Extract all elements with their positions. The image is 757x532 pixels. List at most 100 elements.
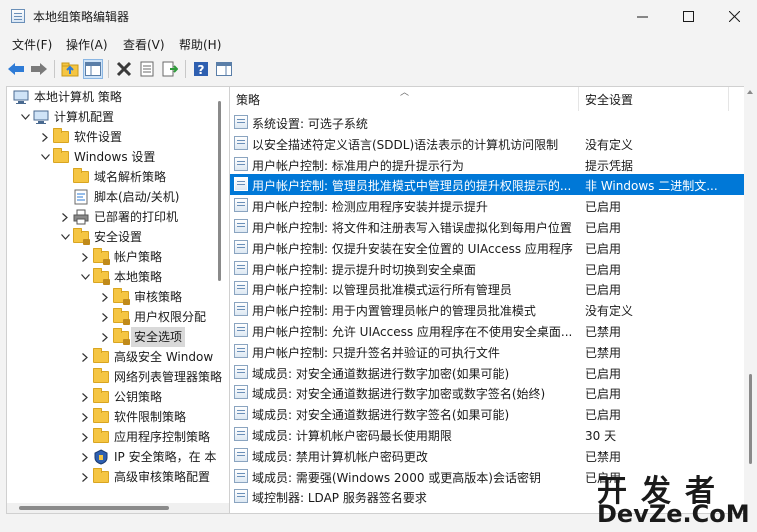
- policy-row[interactable]: 以安全描述符定义语言(SDDL)语法表示的计算机访问限制 没有定义: [230, 133, 744, 154]
- tree-node[interactable]: 应用程序控制策略: [7, 427, 215, 447]
- chevron-down-icon[interactable]: [79, 267, 91, 287]
- policy-row[interactable]: 用户帐户控制: 标准用户的提升提示行为 提示凭据: [230, 154, 744, 175]
- chevron-right-icon[interactable]: [79, 387, 91, 407]
- chevron-right-icon[interactable]: [79, 467, 91, 487]
- export-list-button[interactable]: [160, 59, 180, 79]
- delete-button[interactable]: [114, 59, 134, 79]
- chevron-right-icon[interactable]: [59, 207, 71, 227]
- policy-setting-icon: [234, 239, 248, 254]
- policy-row[interactable]: 域成员: 禁用计算机帐户密码更改 已禁用: [230, 445, 744, 466]
- maximize-button[interactable]: [665, 0, 711, 32]
- tree-node[interactable]: 软件限制策略: [7, 407, 215, 427]
- menu-action[interactable]: 操作(A): [66, 36, 108, 53]
- column-header-setting[interactable]: 安全设置: [585, 91, 633, 108]
- tree-node[interactable]: IP 安全策略，在 本: [7, 447, 216, 467]
- up-one-level-button[interactable]: [60, 59, 80, 79]
- back-button[interactable]: [6, 59, 26, 79]
- policy-row[interactable]: 域成员: 对安全通道数据进行数字签名(如果可能) 已启用: [230, 403, 744, 424]
- policy-row[interactable]: 用户帐户控制: 仅提升安装在安全位置的 UIAccess 应用程序 已启用: [230, 237, 744, 258]
- policy-row[interactable]: 用户帐户控制: 允许 UIAccess 应用程序在不使用安全桌面... 已禁用: [230, 320, 744, 341]
- tree-node[interactable]: Windows 设置: [7, 147, 215, 167]
- policy-row[interactable]: 域成员: 对安全通道数据进行数字加密(如果可能) 已启用: [230, 362, 744, 383]
- policy-row[interactable]: 用户帐户控制: 将文件和注册表写入错误虚拟化到每用户位置 已启用: [230, 216, 744, 237]
- tree-node[interactable]: 用户权限分配: [7, 307, 215, 327]
- chevron-right-icon[interactable]: [39, 127, 51, 147]
- properties-button[interactable]: [137, 59, 157, 79]
- security-folder-icon: [113, 308, 130, 325]
- list-vertical-scrollbar[interactable]: [744, 86, 757, 514]
- tree-node[interactable]: 本地计算机 策略: [7, 87, 215, 107]
- policy-row[interactable]: 域成员: 计算机帐户密码最长使用期限 30 天: [230, 424, 744, 445]
- tree-node[interactable]: 审核策略: [7, 287, 215, 307]
- policy-setting-icon: [234, 281, 248, 296]
- tree-node[interactable]: 软件设置: [7, 127, 215, 147]
- tree-scroll-thumb[interactable]: [218, 101, 221, 281]
- folder-icon: [93, 348, 109, 365]
- column-divider[interactable]: [578, 87, 579, 111]
- scroll-up-arrow-icon[interactable]: [747, 90, 753, 94]
- back-arrow-icon: [8, 63, 24, 75]
- window-title: 本地组策略编辑器: [33, 10, 130, 24]
- tree-node[interactable]: 高级审核策略配置: [7, 467, 215, 487]
- policy-name: 系统设置: 可选子系统: [252, 117, 368, 131]
- close-button[interactable]: [711, 0, 757, 32]
- tree-node[interactable]: 高级安全 Window: [7, 347, 215, 367]
- policy-row[interactable]: 用户帐户控制: 用于内置管理员帐户的管理员批准模式 没有定义: [230, 299, 744, 320]
- tree-horizontal-scrollbar[interactable]: [7, 503, 229, 513]
- menu-help[interactable]: 帮助(H): [179, 36, 221, 53]
- chevron-right-icon[interactable]: [79, 247, 91, 267]
- chevron-right-icon[interactable]: [99, 327, 111, 347]
- tree-node-label: 软件限制策略: [114, 410, 187, 424]
- chevron-right-icon[interactable]: [99, 307, 111, 327]
- tree-hscroll-thumb[interactable]: [19, 506, 169, 510]
- policy-row[interactable]: 用户帐户控制: 只提升签名并验证的可执行文件 已禁用: [230, 341, 744, 362]
- console-tree-icon: [85, 62, 101, 76]
- action-pane-icon: [216, 62, 232, 76]
- tree-node-label: 用户权限分配: [134, 310, 207, 324]
- policy-row[interactable]: 用户帐户控制: 管理员批准模式中管理员的提升权限提示的... 非 Windows …: [230, 174, 744, 196]
- forward-button[interactable]: [29, 59, 49, 79]
- policy-name: 域成员: 需要强(Windows 2000 或更高版本)会话密钥: [252, 470, 541, 485]
- policy-row[interactable]: 用户帐户控制: 提示提升时切换到安全桌面 已启用: [230, 258, 744, 279]
- list-scroll-thumb[interactable]: [749, 374, 752, 464]
- policy-security-setting: 已禁用: [585, 345, 622, 360]
- policy-setting-icon: [234, 343, 248, 358]
- chevron-right-icon[interactable]: [79, 447, 91, 467]
- tree-node[interactable]: 安全设置: [7, 227, 215, 247]
- tree-node[interactable]: 本地策略: [7, 267, 215, 287]
- chevron-down-icon[interactable]: [59, 227, 71, 247]
- policy-row[interactable]: 用户帐户控制: 检测应用程序安装并提示提升 已启用: [230, 195, 744, 216]
- policy-row[interactable]: 用户帐户控制: 以管理员批准模式运行所有管理员 已启用: [230, 278, 744, 299]
- folder-icon: [93, 388, 109, 405]
- tree-node[interactable]: 安全选项: [7, 327, 215, 347]
- chevron-down-icon[interactable]: [39, 147, 51, 167]
- policy-row[interactable]: 域成员: 对安全通道数据进行数字加密或数字签名(始终) 已启用: [230, 382, 744, 403]
- tree-node[interactable]: 公钥策略: [7, 387, 215, 407]
- tree-vertical-scrollbar[interactable]: [215, 87, 223, 503]
- menu-file[interactable]: 文件(F): [12, 36, 52, 53]
- show-action-pane-button[interactable]: [214, 59, 234, 79]
- close-icon: [728, 10, 740, 22]
- chevron-right-icon[interactable]: [79, 427, 91, 447]
- chevron-right-icon[interactable]: [79, 347, 91, 367]
- minimize-button[interactable]: [619, 0, 665, 32]
- policy-row[interactable]: 系统设置: 可选子系统: [230, 112, 744, 133]
- help-button[interactable]: ?: [191, 59, 211, 79]
- tree-node[interactable]: 域名解析策略: [7, 167, 215, 187]
- show-hide-tree-button[interactable]: [83, 59, 103, 79]
- chevron-right-icon[interactable]: [99, 287, 111, 307]
- tree-node[interactable]: 网络列表管理器策略: [7, 367, 222, 387]
- tree-node[interactable]: 已部署的打印机: [7, 207, 215, 227]
- tree-node[interactable]: 帐户策略: [7, 247, 215, 267]
- policy-setting-icon: [234, 406, 248, 421]
- column-divider[interactable]: [728, 87, 729, 111]
- chevron-down-icon[interactable]: [19, 107, 31, 127]
- tree-node[interactable]: 脚本(启动/关机): [7, 187, 215, 207]
- chevron-right-icon[interactable]: [79, 407, 91, 427]
- gpedit-app-icon: [11, 9, 25, 23]
- policy-security-setting: 提示凭据: [585, 158, 634, 173]
- site-watermark: 开发者 DevZe.CoM: [597, 466, 757, 530]
- menu-view[interactable]: 查看(V): [123, 36, 165, 53]
- tree-node[interactable]: 计算机配置: [7, 107, 215, 127]
- column-header-policy[interactable]: 策略: [236, 91, 260, 108]
